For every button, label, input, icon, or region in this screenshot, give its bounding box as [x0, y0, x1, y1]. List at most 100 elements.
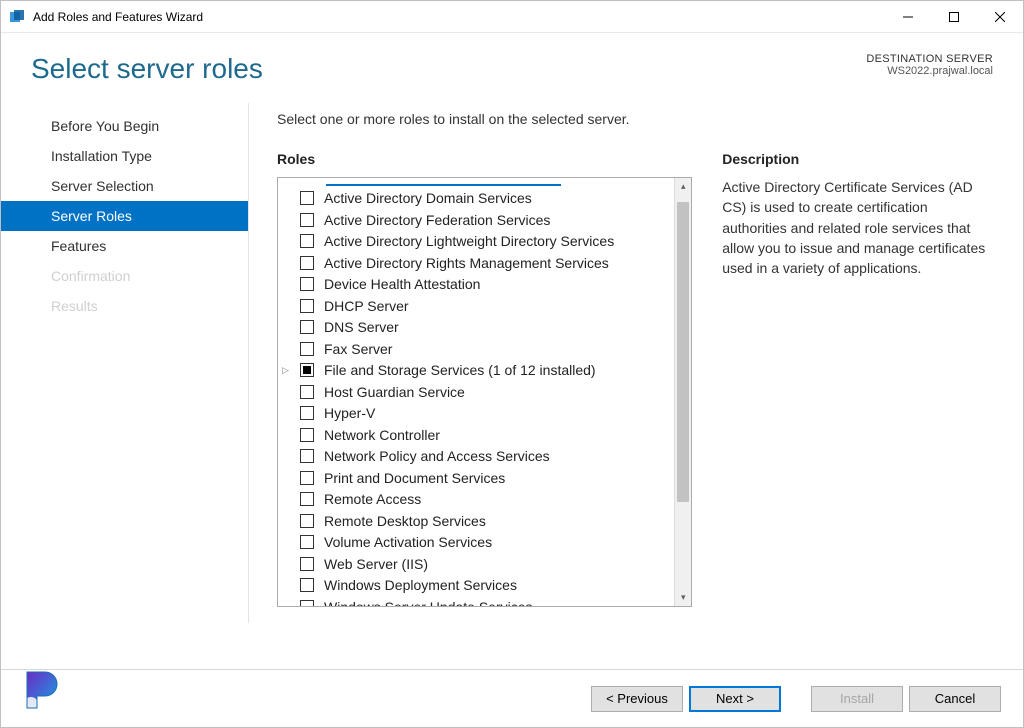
role-label: DHCP Server: [324, 296, 409, 317]
role-checkbox[interactable]: [300, 471, 314, 485]
role-label: Active Directory Rights Management Servi…: [324, 253, 609, 274]
nav-step-server-roles[interactable]: Server Roles: [1, 201, 248, 231]
nav-step-installation-type[interactable]: Installation Type: [1, 141, 248, 171]
role-item[interactable]: Windows Deployment Services: [300, 575, 672, 597]
role-checkbox[interactable]: [300, 535, 314, 549]
role-checkbox[interactable]: [300, 320, 314, 334]
description-text: Active Directory Certificate Services (A…: [722, 177, 993, 278]
main-panel: Select one or more roles to install on t…: [249, 103, 1023, 623]
role-item[interactable]: Remote Desktop Services: [300, 511, 672, 533]
destination-label: DESTINATION SERVER: [866, 53, 993, 65]
role-checkbox[interactable]: [300, 342, 314, 356]
role-item[interactable]: Volume Activation Services: [300, 532, 672, 554]
close-icon: [995, 12, 1005, 22]
role-checkbox[interactable]: [300, 191, 314, 205]
scroll-down-arrow-icon[interactable]: ▾: [675, 589, 691, 606]
window-controls: [885, 1, 1023, 33]
role-label: Hyper-V: [324, 403, 375, 424]
role-item[interactable]: Web Server (IIS): [300, 554, 672, 576]
role-checkbox[interactable]: [300, 600, 314, 606]
role-label: DNS Server: [324, 317, 399, 338]
roles-list: Active Directory Domain ServicesActive D…: [278, 178, 674, 606]
wizard-body: Before You BeginInstallation TypeServer …: [1, 97, 1023, 623]
scrollbar[interactable]: ▴ ▾: [674, 178, 691, 606]
role-label: Web Server (IIS): [324, 554, 428, 575]
role-checkbox[interactable]: [300, 213, 314, 227]
role-label: Print and Document Services: [324, 468, 505, 489]
role-checkbox[interactable]: [300, 514, 314, 528]
page-title: Select server roles: [31, 53, 866, 85]
page-header: Select server roles DESTINATION SERVER W…: [1, 33, 1023, 97]
nav-step-server-selection[interactable]: Server Selection: [1, 171, 248, 201]
close-button[interactable]: [977, 1, 1023, 33]
role-checkbox[interactable]: [300, 385, 314, 399]
destination-server: WS2022.prajwal.local: [866, 65, 993, 77]
maximize-button[interactable]: [931, 1, 977, 33]
role-checkbox[interactable]: [300, 234, 314, 248]
wizard-steps-sidebar: Before You BeginInstallation TypeServer …: [1, 103, 249, 623]
nav-step-before-you-begin[interactable]: Before You Begin: [1, 111, 248, 141]
window-title: Add Roles and Features Wizard: [33, 10, 203, 24]
titlebar: Add Roles and Features Wizard: [1, 1, 1023, 33]
role-checkbox[interactable]: [300, 277, 314, 291]
role-checkbox[interactable]: [300, 449, 314, 463]
role-item[interactable]: DHCP Server: [300, 296, 672, 318]
role-label: Volume Activation Services: [324, 532, 492, 553]
role-item[interactable]: Print and Document Services: [300, 468, 672, 490]
role-item[interactable]: Windows Server Update Services: [300, 597, 672, 607]
role-item[interactable]: ▷File and Storage Services (1 of 12 inst…: [300, 360, 672, 382]
role-item[interactable]: Network Controller: [300, 425, 672, 447]
role-checkbox[interactable]: [300, 256, 314, 270]
instruction-text: Select one or more roles to install on t…: [277, 111, 993, 127]
cancel-button[interactable]: Cancel: [909, 686, 1001, 712]
role-label: Active Directory Lightweight Directory S…: [324, 231, 614, 252]
minimize-button[interactable]: [885, 1, 931, 33]
role-label: Device Health Attestation: [324, 274, 480, 295]
description-label: Description: [722, 151, 993, 167]
next-button[interactable]: Next >: [689, 686, 781, 712]
roles-label: Roles: [277, 151, 692, 167]
app-icon: [9, 9, 25, 25]
role-checkbox[interactable]: [300, 428, 314, 442]
role-label: Network Controller: [324, 425, 440, 446]
role-item[interactable]: Hyper-V: [300, 403, 672, 425]
role-item[interactable]: Remote Access: [300, 489, 672, 511]
role-checkbox[interactable]: [300, 492, 314, 506]
role-label: Remote Access: [324, 489, 421, 510]
role-item[interactable]: DNS Server: [300, 317, 672, 339]
nav-step-features[interactable]: Features: [1, 231, 248, 261]
role-label: Active Directory Federation Services: [324, 210, 550, 231]
previous-button[interactable]: < Previous: [591, 686, 683, 712]
roles-listbox[interactable]: Active Directory Domain ServicesActive D…: [277, 177, 692, 607]
role-checkbox[interactable]: [300, 299, 314, 313]
nav-step-results: Results: [1, 291, 248, 321]
maximize-icon: [949, 12, 959, 22]
roles-column: Roles Active Directory Domain ServicesAc…: [277, 151, 692, 607]
role-item[interactable]: Active Directory Domain Services: [300, 188, 672, 210]
expand-icon[interactable]: ▷: [282, 360, 289, 381]
role-item[interactable]: Host Guardian Service: [300, 382, 672, 404]
role-item[interactable]: Network Policy and Access Services: [300, 446, 672, 468]
role-checkbox[interactable]: [300, 557, 314, 571]
role-label: File and Storage Services (1 of 12 insta…: [324, 360, 596, 381]
selection-underline: [326, 184, 561, 186]
wizard-footer: < Previous Next > Install Cancel: [1, 669, 1023, 727]
role-label: Windows Deployment Services: [324, 575, 517, 596]
install-button[interactable]: Install: [811, 686, 903, 712]
watermark-logo-icon: [19, 666, 65, 717]
role-label: Remote Desktop Services: [324, 511, 486, 532]
role-item[interactable]: Active Directory Rights Management Servi…: [300, 253, 672, 275]
nav-step-confirmation: Confirmation: [1, 261, 248, 291]
role-item[interactable]: Active Directory Federation Services: [300, 210, 672, 232]
description-column: Description Active Directory Certificate…: [722, 151, 993, 607]
role-checkbox[interactable]: [300, 406, 314, 420]
role-checkbox[interactable]: [300, 363, 314, 377]
minimize-icon: [903, 12, 913, 22]
role-checkbox[interactable]: [300, 578, 314, 592]
role-item[interactable]: Device Health Attestation: [300, 274, 672, 296]
role-item[interactable]: Fax Server: [300, 339, 672, 361]
scroll-thumb[interactable]: [677, 202, 689, 502]
role-item[interactable]: Active Directory Lightweight Directory S…: [300, 231, 672, 253]
role-label: Windows Server Update Services: [324, 597, 533, 607]
scroll-up-arrow-icon[interactable]: ▴: [675, 178, 691, 195]
